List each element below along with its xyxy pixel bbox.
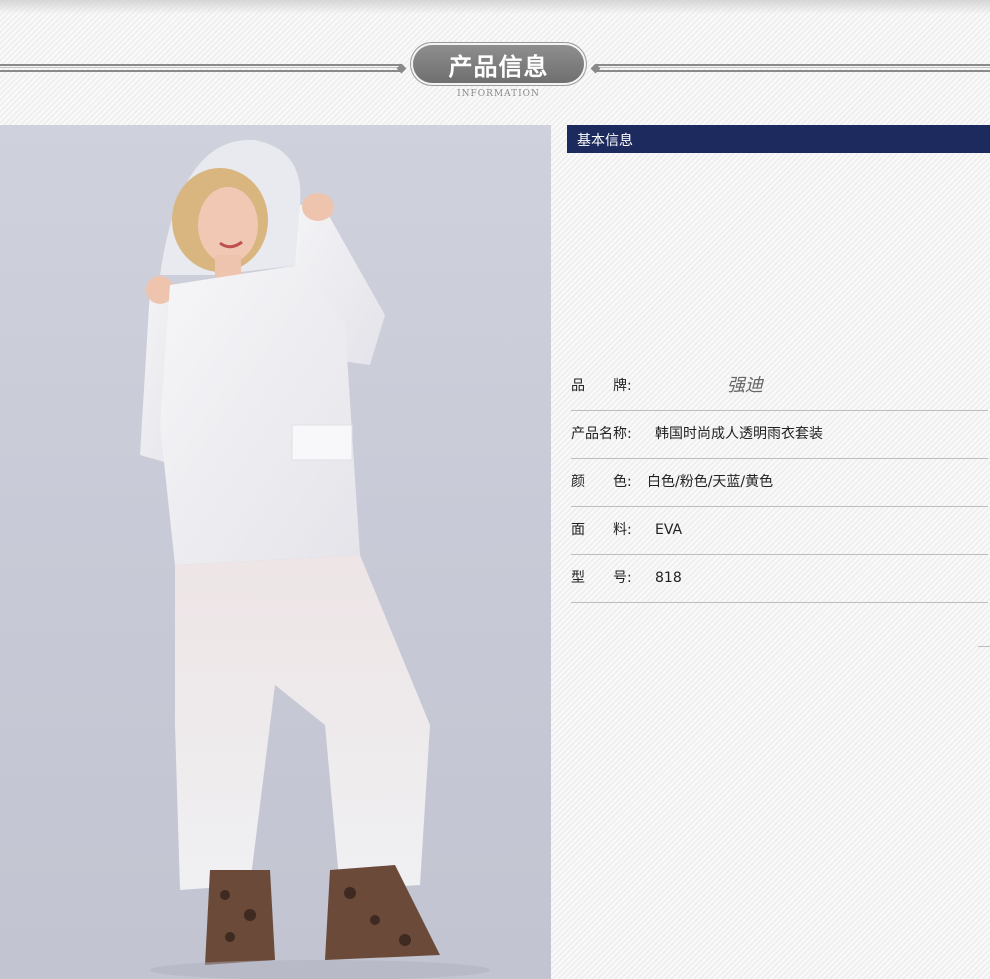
info-row-material: 面 料: EVA	[571, 506, 988, 555]
top-shade	[0, 0, 990, 14]
info-row-product-name: 产品名称: 韩国时尚成人透明雨衣套装	[571, 410, 988, 459]
info-row-color: 颜 色: 白色/粉色/天蓝/黄色	[571, 458, 988, 507]
header-rule-right	[595, 64, 990, 72]
info-row-brand: 品 牌: 强迪	[571, 362, 988, 411]
info-row-key: 面 料:	[571, 522, 632, 538]
info-row-value: 白色/粉色/天蓝/黄色	[647, 474, 774, 490]
info-row-value: 韩国时尚成人透明雨衣套装	[655, 426, 823, 442]
info-row-value: EVA	[655, 522, 683, 538]
header-title-badge: 产品信息	[413, 45, 584, 83]
product-photo	[0, 125, 551, 979]
raincoat-model-illustration	[140, 139, 490, 979]
basic-info-bar: 基本信息	[567, 125, 990, 153]
info-row-value: 818	[655, 570, 682, 586]
header-rule-left	[0, 64, 402, 72]
info-row-key: 型 号:	[571, 570, 632, 586]
info-row-value: 强迪	[727, 375, 763, 396]
info-row-key: 颜 色:	[571, 474, 632, 490]
basic-info-title: 基本信息	[577, 133, 633, 149]
info-row-model: 型 号: 818	[571, 554, 988, 603]
header-subtitle: INFORMATION	[457, 89, 540, 99]
info-row-key: 产品名称:	[571, 426, 632, 442]
info-row-key: 品 牌:	[571, 378, 632, 394]
header-title: 产品信息	[448, 51, 549, 81]
divider-tick	[978, 646, 990, 647]
